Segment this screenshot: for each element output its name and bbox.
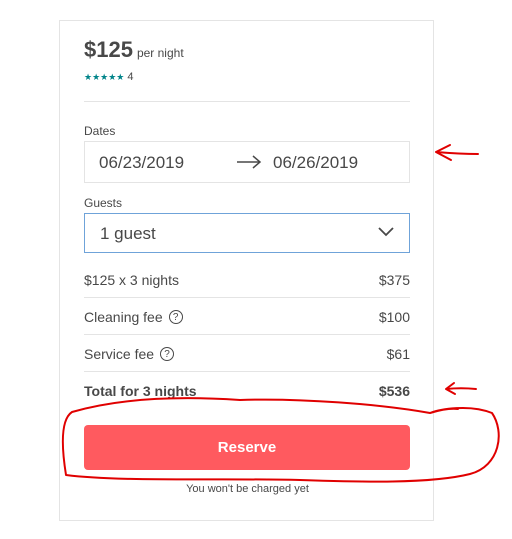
charge-notice: You won't be charged yet [186, 483, 309, 495]
reserve-button[interactable]: Reserve [84, 425, 410, 470]
chevron-down-icon [378, 227, 394, 237]
annotation-arrow-dates [435, 144, 479, 161]
divider [84, 334, 410, 335]
arrow-right-icon [237, 155, 262, 169]
rating-row[interactable]: ★★★★★ 4 [84, 71, 133, 83]
dates-picker: 06/23/2019 06/26/2019 [84, 141, 410, 183]
per-night-label: per night [136, 46, 184, 60]
price-row: $125 per night [84, 37, 184, 63]
fee-row-nights: $125 x 3 nights $375 [84, 271, 410, 308]
divider [84, 297, 410, 298]
check-out-input[interactable]: 06/26/2019 [273, 153, 358, 173]
fee-row-total: Total for 3 nights $536 [84, 382, 410, 419]
fee-value: $375 [378, 272, 410, 288]
fee-value: $61 [386, 346, 410, 362]
total-label: Total for 3 nights [84, 383, 197, 399]
dates-label: Dates [84, 124, 116, 138]
total-value: $536 [378, 383, 410, 399]
annotation-arrow-total [445, 382, 477, 395]
help-icon[interactable]: ? [168, 310, 183, 324]
fee-label-wrap: Cleaning fee ? [84, 308, 183, 326]
check-in-input[interactable]: 06/23/2019 [99, 153, 184, 173]
nightly-price: $125 [84, 37, 133, 62]
guests-value: 1 guest [100, 224, 156, 243]
help-icon[interactable]: ? [160, 347, 175, 361]
divider [84, 371, 410, 372]
review-count: 4 [127, 71, 134, 83]
guests-select[interactable]: 1 guest [84, 213, 410, 253]
booking-card: $125 per night ★★★★★ 4 Dates 06/23/2019 … [59, 20, 434, 521]
guests-label: Guests [84, 196, 123, 210]
fee-row-cleaning: Cleaning fee ? $100 [84, 308, 410, 345]
divider [84, 101, 410, 102]
fee-label-wrap: Service fee ? [84, 345, 175, 363]
fee-label: $125 x 3 nights [84, 272, 179, 288]
fee-value: $100 [378, 309, 410, 325]
star-rating-icon: ★★★★★ [84, 71, 125, 82]
fee-label: Service fee [84, 346, 155, 362]
fee-row-service: Service fee ? $61 [84, 345, 410, 382]
fee-label: Cleaning fee [84, 309, 163, 325]
